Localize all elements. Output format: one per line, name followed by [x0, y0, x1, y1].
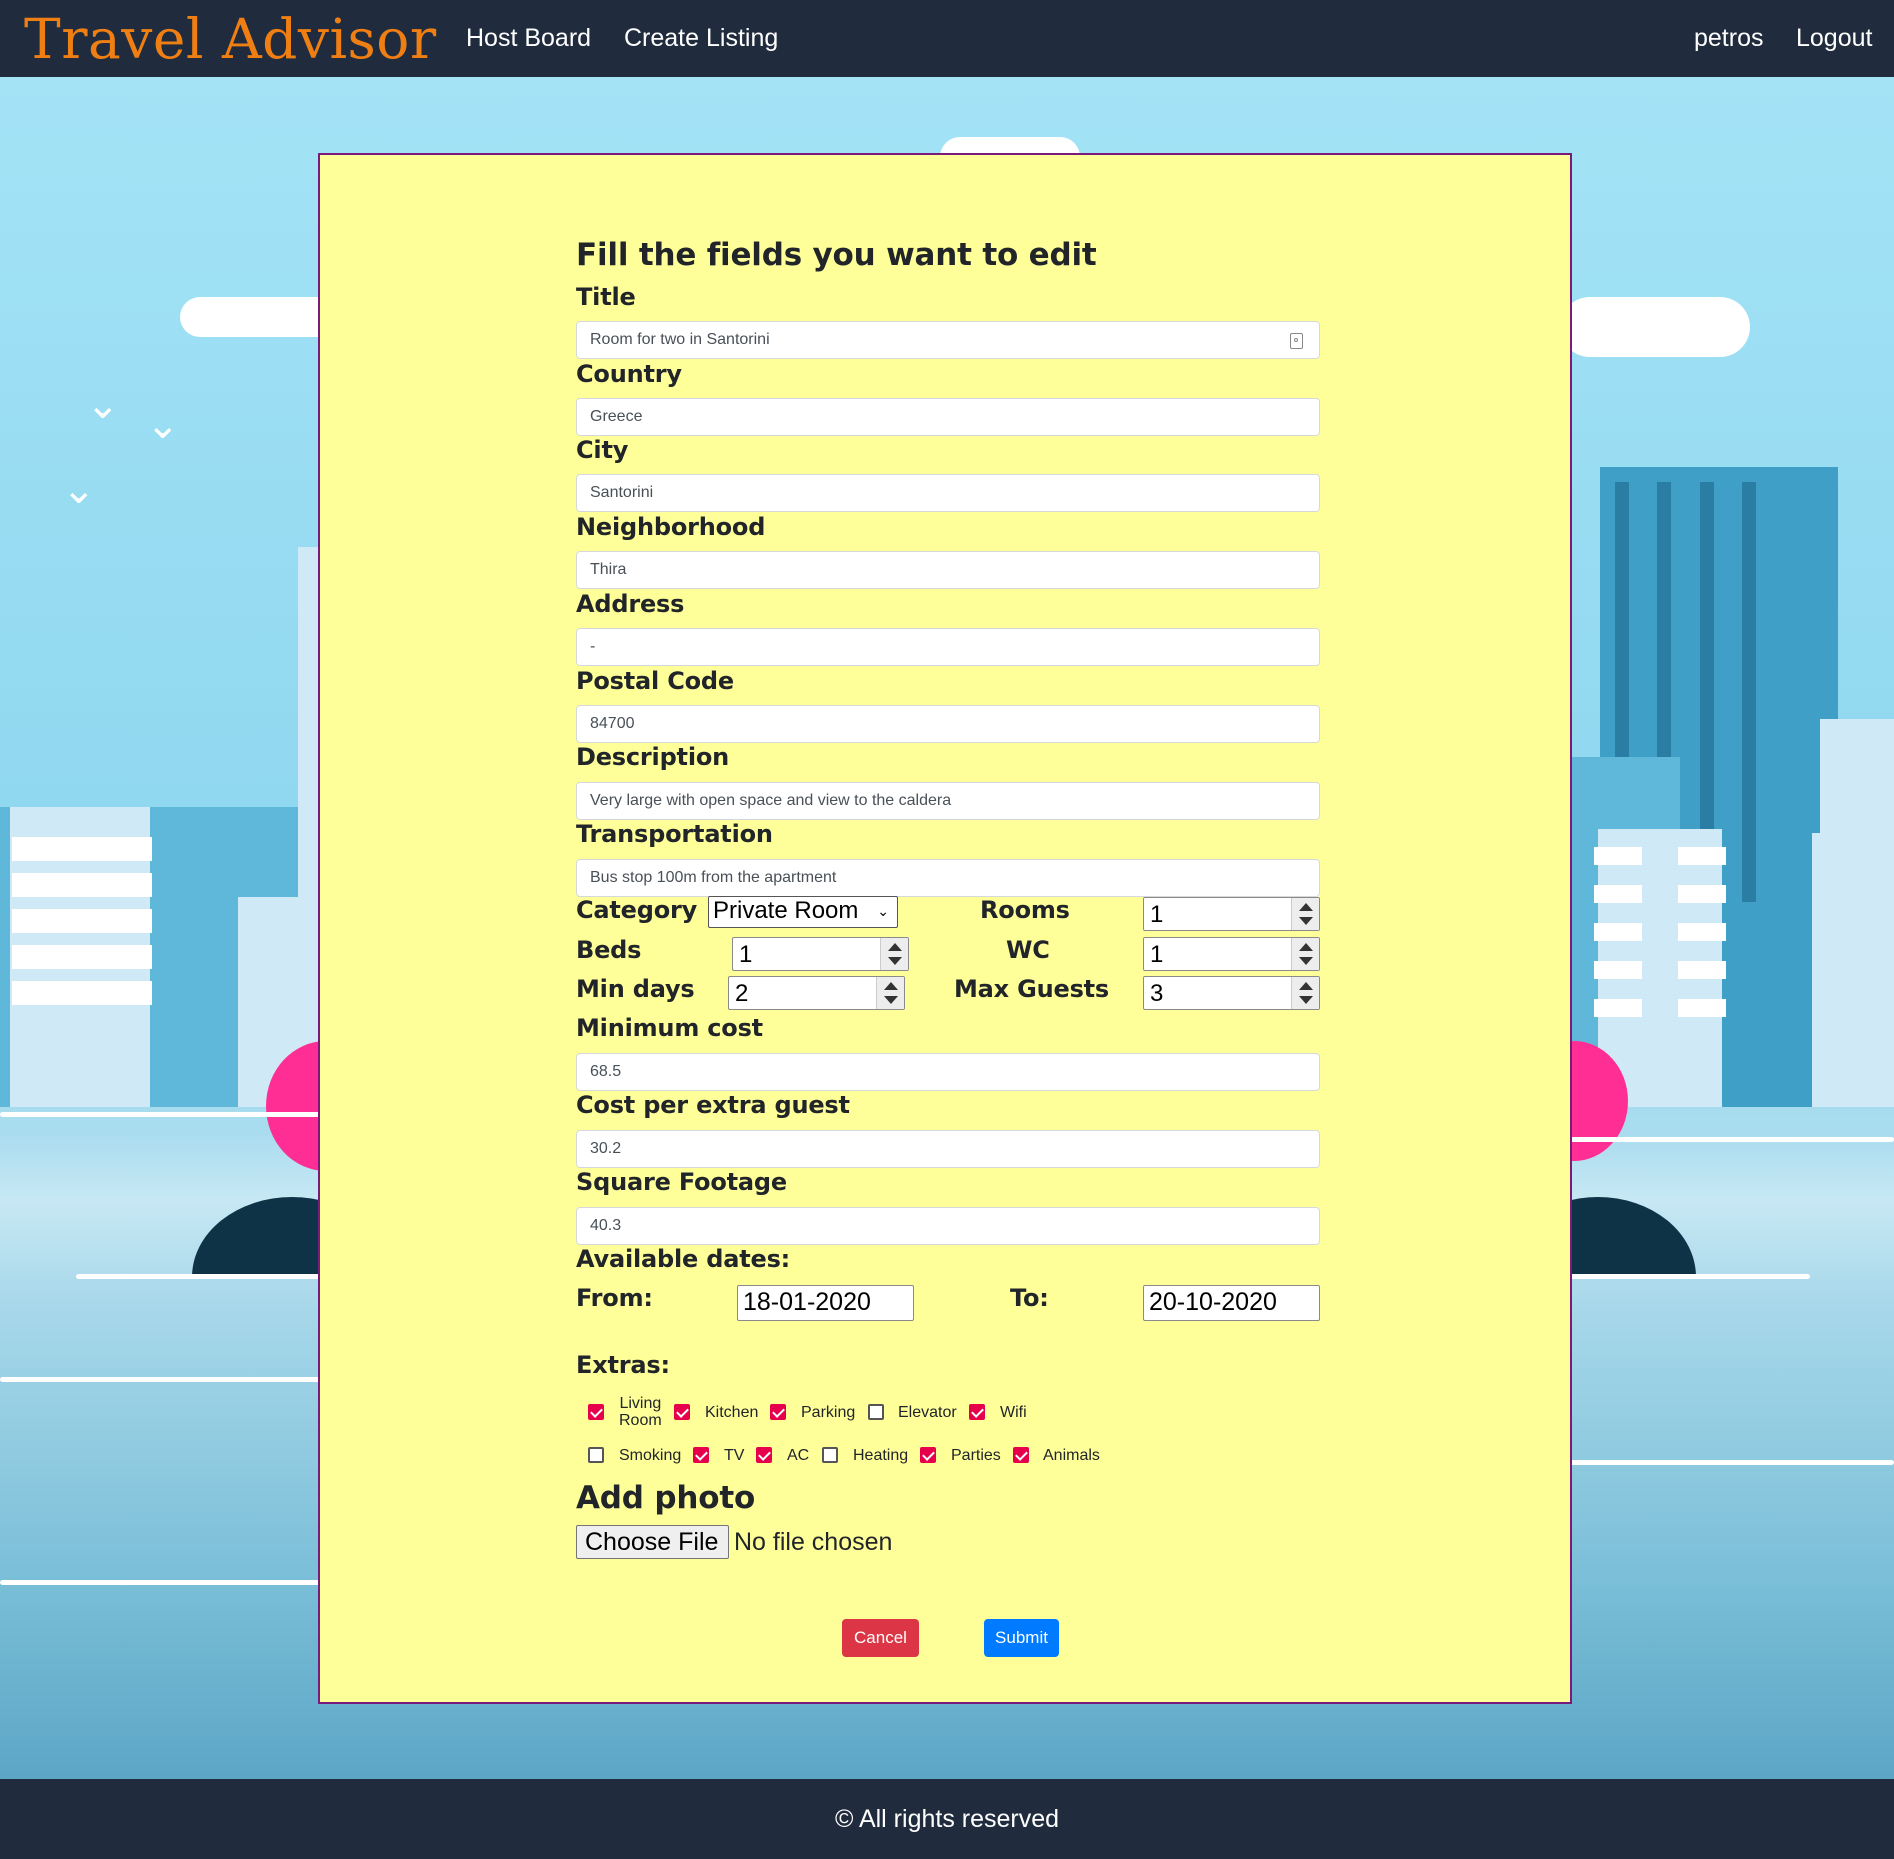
- wc-label: WC: [1006, 936, 1050, 964]
- ac-label: AC: [787, 1447, 810, 1464]
- extra-guest-cost-label: Cost per extra guest: [576, 1091, 850, 1119]
- nav-create-listing[interactable]: Create Listing: [624, 0, 778, 77]
- tv-label: TV: [724, 1447, 745, 1464]
- beds-value: 1: [739, 941, 753, 968]
- elevator-checkbox[interactable]: [868, 1404, 884, 1420]
- spinner-icon[interactable]: [876, 977, 904, 1009]
- city-label: City: [576, 436, 629, 464]
- edit-listing-panel: Fill the fields you want to edit Title C…: [318, 153, 1572, 1704]
- description-label: Description: [576, 743, 730, 771]
- rooms-value: 1: [1150, 901, 1164, 928]
- beds-stepper[interactable]: 1: [732, 937, 909, 971]
- heating-label: Heating: [853, 1447, 909, 1464]
- min-days-stepper[interactable]: 2: [728, 976, 905, 1010]
- description-field[interactable]: [576, 782, 1320, 820]
- min-cost-field[interactable]: [576, 1053, 1320, 1091]
- navbar: Travel Advisor Host Board Create Listing…: [0, 0, 1894, 77]
- kitchen-label: Kitchen: [705, 1404, 759, 1421]
- smoking-label: Smoking: [619, 1447, 682, 1464]
- parties-checkbox[interactable]: [920, 1447, 936, 1463]
- city-field[interactable]: [576, 474, 1320, 512]
- category-value: Private Room: [713, 897, 859, 924]
- brand-logo-text: ravel Advisor: [61, 6, 437, 71]
- min-days-value: 2: [735, 980, 749, 1007]
- nav-host-board[interactable]: Host Board: [466, 0, 591, 77]
- animals-label: Animals: [1043, 1447, 1100, 1464]
- rooms-stepper[interactable]: 1: [1143, 897, 1320, 931]
- category-label: Category: [576, 896, 698, 924]
- spinner-icon[interactable]: [880, 938, 908, 970]
- neighborhood-field[interactable]: [576, 551, 1320, 589]
- nav-logout[interactable]: Logout: [1796, 0, 1872, 77]
- neighborhood-label: Neighborhood: [576, 513, 766, 541]
- title-field[interactable]: [576, 321, 1320, 359]
- smoking-checkbox[interactable]: [588, 1447, 604, 1463]
- wc-stepper[interactable]: 1: [1143, 937, 1320, 971]
- nav-user[interactable]: petros: [1694, 0, 1763, 77]
- available-dates-label: Available dates:: [576, 1245, 791, 1273]
- spinner-icon[interactable]: [1291, 977, 1319, 1009]
- living-room-label-line2: Room: [619, 1412, 662, 1429]
- spinner-icon[interactable]: [1291, 938, 1319, 970]
- to-label: To:: [1010, 1284, 1049, 1312]
- animals-checkbox[interactable]: [1013, 1447, 1029, 1463]
- category-select[interactable]: Private Room ⌄: [708, 896, 898, 928]
- file-status-text: No file chosen: [734, 1528, 893, 1556]
- min-cost-label: Minimum cost: [576, 1014, 763, 1042]
- square-footage-label: Square Footage: [576, 1168, 787, 1196]
- cancel-button[interactable]: Cancel: [842, 1619, 919, 1657]
- spinner-icon[interactable]: [1291, 898, 1319, 930]
- max-guests-stepper[interactable]: 3: [1143, 976, 1320, 1010]
- to-date-field[interactable]: 20-10-2020: [1143, 1285, 1320, 1321]
- living-room-checkbox[interactable]: [588, 1404, 604, 1420]
- parking-checkbox[interactable]: [770, 1404, 786, 1420]
- transportation-label: Transportation: [576, 820, 773, 848]
- parking-label: Parking: [801, 1404, 856, 1421]
- living-room-label-line1: Living: [619, 1395, 662, 1412]
- from-date-field[interactable]: 18-01-2020: [737, 1285, 914, 1321]
- footer-copyright: © All rights reserved: [834, 1804, 1060, 1833]
- form-heading: Fill the fields you want to edit: [576, 237, 1097, 273]
- choose-file-button[interactable]: Choose File: [576, 1525, 729, 1559]
- wifi-label: Wifi: [1000, 1404, 1027, 1421]
- brand-logo-initial: T: [24, 6, 62, 71]
- country-label: Country: [576, 360, 682, 388]
- elevator-label: Elevator: [898, 1404, 957, 1421]
- brand-logo[interactable]: Travel Advisor: [24, 0, 437, 77]
- ac-checkbox[interactable]: [756, 1447, 772, 1463]
- living-room-label: Living Room: [619, 1395, 662, 1429]
- from-label: From:: [576, 1284, 653, 1312]
- wc-value: 1: [1150, 941, 1164, 968]
- tv-checkbox[interactable]: [693, 1447, 709, 1463]
- autofill-icon[interactable]: [1290, 333, 1303, 349]
- add-photo-heading: Add photo: [576, 1480, 756, 1516]
- max-guests-label: Max Guests: [954, 975, 1110, 1003]
- submit-button[interactable]: Submit: [984, 1619, 1059, 1657]
- postal-code-field[interactable]: [576, 705, 1320, 743]
- max-guests-value: 3: [1150, 980, 1164, 1007]
- beds-label: Beds: [576, 936, 642, 964]
- address-field[interactable]: [576, 628, 1320, 666]
- rooms-label: Rooms: [980, 896, 1070, 924]
- country-field[interactable]: [576, 398, 1320, 436]
- parties-label: Parties: [951, 1447, 1001, 1464]
- min-days-label: Min days: [576, 975, 695, 1003]
- transportation-field[interactable]: [576, 859, 1320, 897]
- postal-code-label: Postal Code: [576, 667, 734, 695]
- wifi-checkbox[interactable]: [969, 1404, 985, 1420]
- extras-label: Extras:: [576, 1351, 670, 1379]
- chevron-down-icon: ⌄: [877, 903, 889, 919]
- extra-guest-cost-field[interactable]: [576, 1130, 1320, 1168]
- kitchen-checkbox[interactable]: [674, 1404, 690, 1420]
- heating-checkbox[interactable]: [822, 1447, 838, 1463]
- square-footage-field[interactable]: [576, 1207, 1320, 1245]
- title-label: Title: [576, 283, 636, 311]
- address-label: Address: [576, 590, 685, 618]
- footer: © All rights reserved: [0, 1779, 1894, 1859]
